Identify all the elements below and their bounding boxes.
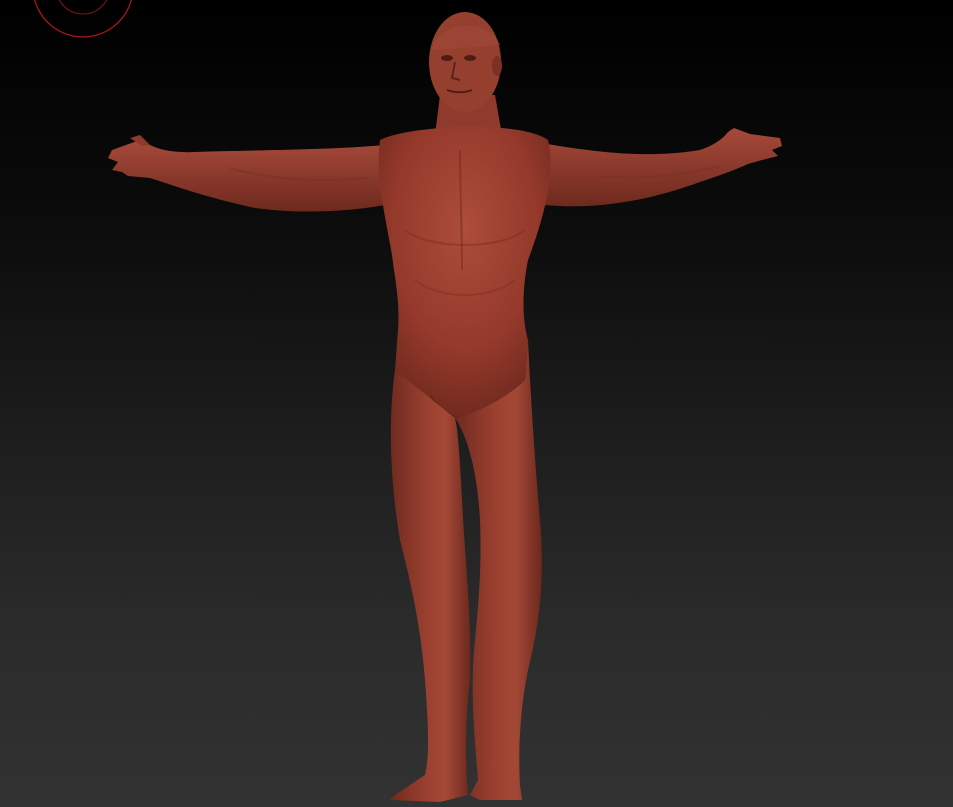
left-arm xyxy=(108,135,385,212)
sculpt-model[interactable] xyxy=(0,0,953,807)
3d-viewport[interactable] xyxy=(0,0,953,807)
left-leg xyxy=(390,370,471,802)
torso xyxy=(378,126,551,419)
right-arm xyxy=(525,128,782,207)
